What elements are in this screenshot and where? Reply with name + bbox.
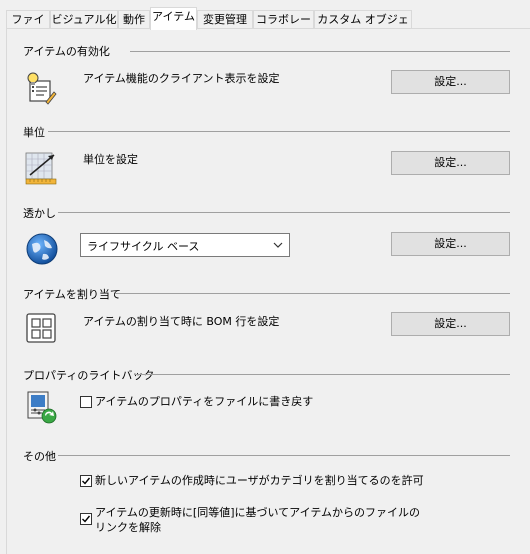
writeback-checkbox[interactable] — [80, 396, 92, 408]
units-description: 単位を設定 — [83, 153, 138, 166]
chevron-down-icon — [273, 240, 283, 250]
assign-items-settings-button[interactable]: 設定... — [391, 312, 510, 336]
checkmark-icon — [82, 515, 91, 523]
bom-grid-icon — [25, 312, 59, 346]
section-title-watermark: 透かし — [23, 207, 56, 220]
section-title-units: 単位 — [23, 126, 45, 139]
section-divider — [130, 51, 510, 52]
units-settings-button[interactable]: 設定... — [391, 151, 510, 175]
tab-behavior[interactable]: 動作 — [118, 10, 150, 28]
tab-custom-objects[interactable]: カスタム オブジェクト — [314, 10, 412, 44]
units-ruler-icon — [24, 151, 58, 185]
unlink-files-checkbox-label: アイテムの更新時に[同等値]に基づいてアイテムからのファイルの リンクを解除 — [95, 505, 420, 535]
section-title-property-writeback: プロパティのライトバック — [23, 369, 155, 382]
tab-strip: ファイル ビジュアル化 動作 アイテム 変更管理 コラボレート カスタム オブジ… — [0, 0, 530, 44]
tab-items[interactable]: アイテム — [150, 7, 197, 30]
tab-visualization[interactable]: ビジュアル化 — [50, 10, 118, 28]
item-enablement-settings-button[interactable]: 設定... — [391, 70, 510, 94]
section-divider — [134, 374, 510, 375]
checkmark-icon — [82, 477, 91, 485]
allow-category-checkbox-label: 新しいアイテムの作成時にユーザがカテゴリを割り当てるのを許可 — [95, 474, 424, 487]
allow-category-checkbox[interactable] — [80, 475, 92, 487]
watermark-dropdown[interactable]: ライフサイクル ベース — [80, 233, 290, 257]
section-title-item-enablement: アイテムの有効化 — [23, 45, 110, 58]
section-divider — [58, 455, 510, 456]
globe-icon — [25, 232, 59, 266]
unlink-files-label-line1: アイテムの更新時に[同等値]に基づいてアイテムからのファイルの — [95, 506, 421, 519]
property-writeback-icon — [26, 391, 60, 425]
section-title-other: その他 — [23, 450, 56, 463]
section-title-assign-items: アイテムを割り当て — [23, 288, 121, 301]
writeback-checkbox-label: アイテムのプロパティをファイルに書き戻す — [95, 395, 314, 408]
watermark-dropdown-value: ライフサイクル ベース — [87, 240, 200, 253]
tab-change-management[interactable]: 変更管理 — [197, 10, 253, 28]
unlink-files-label-line2: リンクを解除 — [95, 521, 161, 534]
tab-file[interactable]: ファイル — [6, 10, 50, 44]
assign-items-description: アイテムの割り当て時に BOM 行を設定 — [83, 315, 280, 328]
unlink-files-checkbox[interactable] — [80, 513, 92, 525]
item-enablement-description: アイテム機能のクライアント表示を設定 — [83, 72, 280, 85]
watermark-settings-button[interactable]: 設定... — [391, 232, 510, 256]
section-divider — [58, 212, 510, 213]
tab-collaborate[interactable]: コラボレート — [253, 10, 314, 44]
section-divider — [115, 293, 510, 294]
lightbulb-form-icon — [24, 71, 58, 105]
section-divider — [48, 131, 510, 132]
